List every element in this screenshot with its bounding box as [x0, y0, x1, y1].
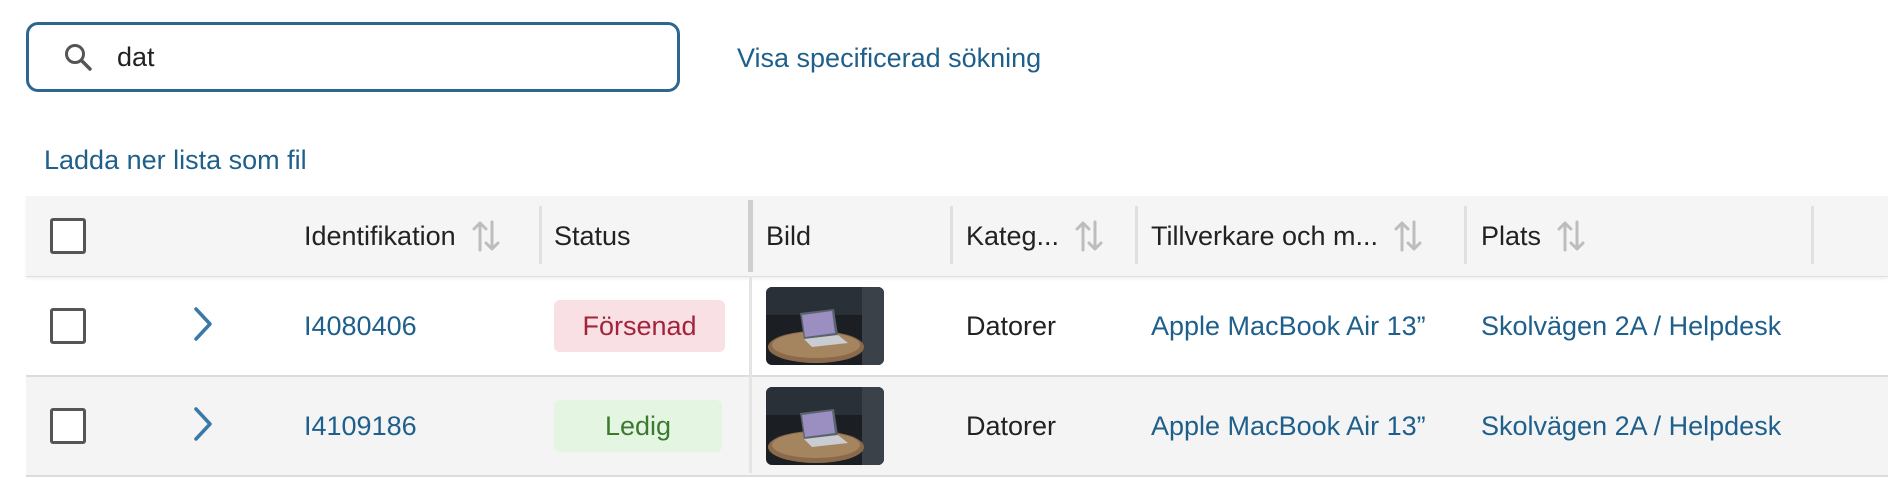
status-badge: Försenad	[554, 300, 725, 352]
location-cell: Skolvägen 2A / Helpdesk	[1481, 377, 1781, 475]
column-label: Identifikation	[304, 220, 456, 251]
sort-icon[interactable]	[1557, 219, 1585, 253]
model-link[interactable]: Apple MacBook Air 13”	[1151, 311, 1426, 342]
status-cell: Försenad	[554, 277, 725, 375]
column-divider[interactable]	[1811, 206, 1814, 264]
category-text: Datorer	[966, 310, 1057, 341]
chevron-right-icon	[190, 305, 216, 348]
sort-icon[interactable]	[1394, 219, 1422, 253]
search-field[interactable]	[26, 22, 680, 92]
select-all-checkbox[interactable]	[50, 218, 86, 254]
column-header-manufacturer[interactable]: Tillverkare och m...	[1151, 196, 1422, 276]
row-checkbox[interactable]	[50, 308, 86, 344]
location-link[interactable]: Skolvägen 2A / Helpdesk	[1481, 411, 1781, 442]
table-header: Identifikation Status Bild Kateg... Till…	[26, 196, 1888, 277]
row-select-cell	[50, 277, 86, 375]
column-label: Bild	[766, 220, 812, 251]
identification-cell: I4109186	[304, 377, 417, 475]
column-divider[interactable]	[539, 206, 542, 264]
search-input[interactable]	[117, 37, 637, 77]
expand-row-button[interactable]	[190, 377, 216, 475]
laptop-photo[interactable]	[766, 387, 884, 465]
column-label: Plats	[1481, 220, 1542, 251]
column-header-status[interactable]: Status	[554, 196, 631, 276]
manufacturer-cell: Apple MacBook Air 13”	[1151, 377, 1426, 475]
frozen-column-divider[interactable]	[748, 200, 753, 272]
status-cell: Ledig	[554, 377, 722, 475]
category-text: Datorer	[966, 410, 1057, 441]
laptop-photo[interactable]	[766, 287, 884, 365]
table-row[interactable]: I4080406 Försenad Datorer Apple MacBook …	[26, 277, 1888, 377]
identification-cell: I4080406	[304, 277, 417, 375]
category-cell: Datorer	[966, 377, 1056, 475]
download-list-link[interactable]: Ladda ner lista som fil	[44, 145, 307, 176]
column-divider[interactable]	[1464, 206, 1467, 264]
table-row[interactable]: I4109186 Ledig Datorer Apple MacBook Air…	[26, 377, 1888, 477]
frozen-column-line	[749, 276, 752, 473]
image-cell	[766, 377, 884, 475]
sort-icon[interactable]	[1075, 219, 1103, 253]
column-divider[interactable]	[950, 206, 953, 264]
row-select-cell	[50, 377, 86, 475]
header-select-cell	[50, 196, 86, 276]
model-link[interactable]: Apple MacBook Air 13”	[1151, 411, 1426, 442]
status-badge: Ledig	[554, 400, 722, 452]
row-checkbox[interactable]	[50, 408, 86, 444]
category-cell: Datorer	[966, 277, 1056, 375]
location-cell: Skolvägen 2A / Helpdesk	[1481, 277, 1781, 375]
column-header-location[interactable]: Plats	[1481, 196, 1585, 276]
column-label: Tillverkare och m...	[1151, 220, 1379, 251]
column-label: Status	[554, 220, 631, 251]
item-id-link[interactable]: I4109186	[304, 411, 417, 442]
column-header-identification[interactable]: Identifikation	[304, 196, 500, 276]
search-icon	[63, 42, 93, 72]
manufacturer-cell: Apple MacBook Air 13”	[1151, 277, 1426, 375]
advanced-search-link[interactable]: Visa specificerad sökning	[737, 43, 1041, 74]
item-id-link[interactable]: I4080406	[304, 311, 417, 342]
expand-row-button[interactable]	[190, 277, 216, 375]
column-label: Kateg...	[966, 220, 1060, 251]
inventory-table: Identifikation Status Bild Kateg... Till…	[26, 196, 1888, 477]
sort-icon[interactable]	[472, 219, 500, 253]
chevron-right-icon	[190, 405, 216, 448]
column-divider[interactable]	[1135, 206, 1138, 264]
column-header-category[interactable]: Kateg...	[966, 196, 1103, 276]
location-link[interactable]: Skolvägen 2A / Helpdesk	[1481, 311, 1781, 342]
column-header-image: Bild	[766, 196, 811, 276]
image-cell	[766, 277, 884, 375]
